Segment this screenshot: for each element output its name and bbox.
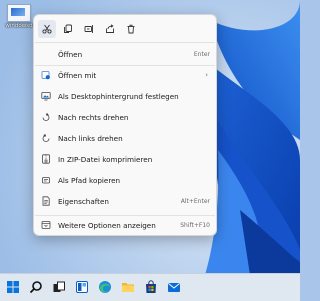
menu-item-compress-zip[interactable]: In ZIP-Datei komprimieren: [36, 149, 214, 169]
menu-item-open[interactable]: Öffnen Enter: [36, 44, 214, 64]
share-icon: [106, 23, 114, 33]
menu-item-shortcut: Alt+Enter: [180, 197, 210, 205]
menu-item-open-with[interactable]: Öffnen mit ›: [36, 65, 214, 85]
desktop-file-icon[interactable]: windowsd: [4, 4, 34, 36]
menu-item-rotate-left[interactable]: Nach links drehen: [36, 128, 214, 148]
menu-item-label: In ZIP-Datei komprimieren: [58, 154, 153, 164]
zip-icon: [41, 154, 51, 164]
scissors-icon: [42, 24, 52, 34]
more-options-icon: [41, 220, 51, 230]
menu-item-rotate-right[interactable]: Nach rechts drehen: [36, 107, 214, 127]
delete-button[interactable]: [122, 20, 140, 38]
start-button[interactable]: [6, 280, 20, 294]
widgets-icon: [76, 281, 88, 293]
desktop-file-label: windowsd: [5, 23, 33, 29]
image-thumbnail-icon: [7, 4, 31, 22]
share-button[interactable]: [101, 20, 119, 38]
file-explorer-icon: [122, 283, 134, 292]
task-view-icon: [53, 281, 65, 292]
wallpaper-icon: [41, 91, 51, 101]
menu-item-label: Öffnen mit: [58, 70, 97, 80]
store-button[interactable]: [144, 280, 158, 294]
context-menu-toolbar: [34, 15, 216, 42]
search-icon: [29, 281, 42, 294]
windows-start-icon: [7, 281, 19, 293]
context-menu: Öffnen Enter Öffnen mit › Als Desktophin…: [33, 14, 217, 236]
menu-item-label: Nach rechts drehen: [58, 112, 129, 122]
menu-item-label: Als Pfad kopieren: [58, 175, 121, 185]
toolbar-divider: [35, 42, 215, 43]
open-with-icon: [41, 70, 51, 80]
copy-path-icon: [41, 175, 51, 185]
edge-icon: [99, 281, 111, 293]
copy-icon: [64, 24, 72, 33]
menu-item-set-wallpaper[interactable]: Als Desktophintergrund festlegen: [36, 86, 214, 106]
menu-item-copy-as-path[interactable]: Als Pfad kopieren: [36, 170, 214, 190]
menu-item-label: Weitere Optionen anzeigen: [58, 220, 156, 230]
mail-button[interactable]: [167, 280, 181, 294]
file-explorer-button[interactable]: [121, 280, 135, 294]
rotate-left-icon: [41, 133, 51, 143]
menu-item-label: Öffnen: [58, 49, 83, 59]
store-icon: [146, 280, 156, 293]
menu-item-properties[interactable]: Eigenschaften Alt+Enter: [36, 191, 214, 211]
cut-button[interactable]: [38, 19, 56, 38]
delete-icon: [127, 24, 135, 33]
task-view-button[interactable]: [52, 280, 66, 294]
properties-icon: [41, 196, 51, 206]
rename-button[interactable]: [80, 20, 98, 38]
chevron-right-icon: ›: [205, 71, 208, 79]
copy-button[interactable]: [59, 20, 77, 38]
rename-icon: [84, 24, 93, 33]
rotate-right-icon: [41, 112, 51, 122]
menu-item-show-more-options[interactable]: Weitere Optionen anzeigen Shift+F10: [36, 215, 214, 235]
open-icon: [41, 49, 51, 59]
menu-item-label: Als Desktophintergrund festlegen: [58, 91, 179, 101]
menu-item-label: Nach links drehen: [58, 133, 123, 143]
mail-icon: [168, 283, 180, 292]
edge-button[interactable]: [98, 280, 112, 294]
menu-item-shortcut: Enter: [193, 50, 210, 58]
widgets-button[interactable]: [75, 280, 89, 294]
menu-item-label: Eigenschaften: [58, 196, 109, 206]
search-button[interactable]: [29, 280, 43, 294]
taskbar: [0, 273, 300, 301]
menu-item-shortcut: Shift+F10: [180, 221, 210, 229]
